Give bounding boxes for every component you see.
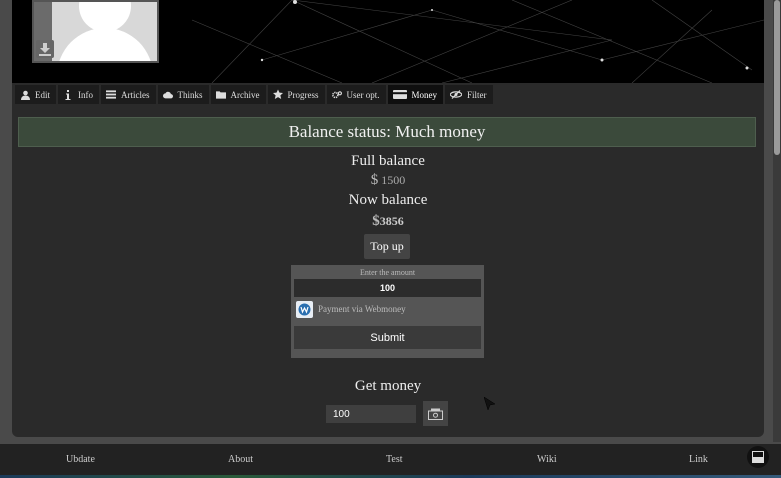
download-avatar-button[interactable] [36,40,54,58]
avatar[interactable] [32,0,159,63]
tab-thinks[interactable]: Thinks [157,85,209,104]
webmoney-option[interactable]: Payment via Webmoney [296,300,406,318]
now-balance-value: $3856 [12,213,764,230]
full-balance-value: $ 1500 [12,172,764,189]
get-money-title: Get money [354,378,422,394]
tab-label: Articles [121,89,150,100]
payment-form: Enter the amount Payment via Webmoney Su… [291,265,484,358]
tab-label: Info [78,89,93,100]
footer-link-test[interactable]: Test [386,454,403,465]
tab-archive[interactable]: Archive [210,85,266,104]
star-icon [272,89,283,100]
tab-label: Progress [287,89,319,100]
folder-icon [215,90,226,100]
tab-label: Money [411,89,438,100]
tab-user-options[interactable]: User opt. [326,85,386,104]
full-balance-amount: 1500 [381,173,406,187]
tab-label: Thinks [177,89,203,100]
tab-info[interactable]: Info [58,85,99,104]
balance-status-banner: Balance status: Much money [18,117,756,147]
eye-slash-icon [450,90,463,100]
scroll-thumb[interactable] [774,0,780,155]
profile-page: Edit Info Articles Thinks Archive Progre… [12,0,764,437]
mouse-cursor-icon [484,397,496,411]
profile-tabs: Edit Info Articles Thinks Archive Progre… [15,85,493,104]
tab-articles[interactable]: Articles [101,85,156,104]
currency-symbol: $ [370,172,379,188]
avatar-placeholder [52,2,157,61]
now-balance-label: Now balance [348,192,428,208]
page-scrollbar[interactable] [773,0,781,442]
card-icon [392,90,407,100]
tab-label: Edit [35,89,50,100]
tab-label: Filter [467,89,487,100]
profile-banner [12,0,764,83]
webmoney-label: Payment via Webmoney [318,304,406,314]
tab-money[interactable]: Money [387,85,444,104]
top-up-button[interactable]: Top up [364,234,410,259]
currency-symbol: $ [372,213,380,229]
footer-link-wiki[interactable]: Wiki [537,454,557,465]
footer-link-about[interactable]: About [228,454,253,465]
list-icon [106,90,116,100]
tab-filter[interactable]: Filter [445,85,493,104]
withdraw-button[interactable] [423,401,448,426]
tab-progress[interactable]: Progress [267,85,325,104]
tab-label: User opt. [346,89,380,100]
footer-link-link[interactable]: Link [689,454,708,465]
site-footer: Ubdate About Test Wiki Link [0,444,781,478]
now-balance-amount: 3856 [379,214,404,228]
user-icon [20,90,30,100]
footer-link-ubdate[interactable]: Ubdate [66,454,95,465]
info-icon [63,89,73,100]
corner-widget-button[interactable] [747,446,769,468]
tab-edit[interactable]: Edit [15,85,56,104]
window-icon [752,451,764,463]
enter-amount-label: Enter the amount [359,268,416,277]
webmoney-icon [296,300,313,318]
get-money-input[interactable] [326,405,416,423]
download-icon [39,43,51,56]
tab-label: Archive [230,89,260,100]
withdraw-icon [428,408,443,420]
submit-button[interactable]: Submit [294,326,481,349]
gears-icon [331,90,342,100]
cloud-icon [162,90,173,100]
full-balance-label: Full balance [351,153,425,169]
payment-amount-input[interactable] [294,279,481,297]
